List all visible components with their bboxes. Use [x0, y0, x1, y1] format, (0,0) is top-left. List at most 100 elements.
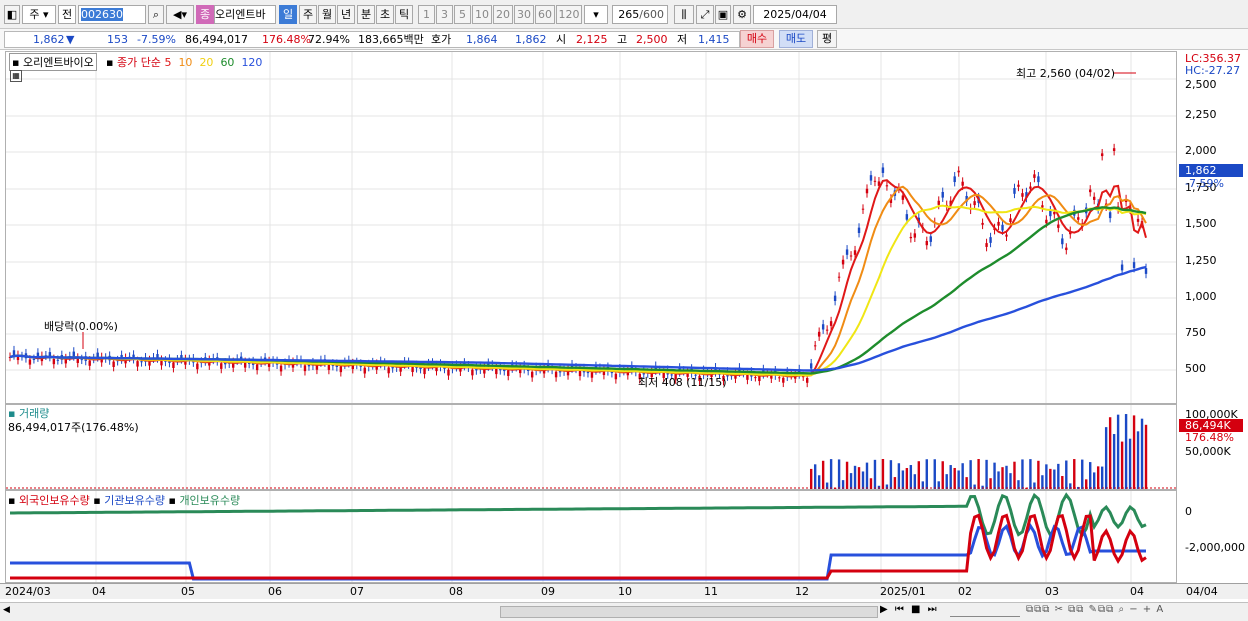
- candle-body: [849, 255, 853, 257]
- period-minute[interactable]: 분: [357, 5, 375, 24]
- period-tick[interactable]: 틱: [395, 5, 413, 24]
- zoom-slider[interactable]: [950, 605, 1020, 617]
- volume-bar: [1136, 431, 1140, 489]
- interval-1[interactable]: 1: [418, 5, 435, 24]
- volume-pane[interactable]: ▪ 거래량 86,494,017주(176.48%): [5, 404, 1177, 490]
- sell-button[interactable]: 매도: [779, 30, 813, 48]
- save-icon[interactable]: ▣: [715, 5, 731, 24]
- period-month[interactable]: 월: [318, 5, 336, 24]
- volume-bar: [989, 478, 992, 489]
- volume-bar: [1065, 460, 1068, 489]
- date-input[interactable]: 2025/04/04: [753, 5, 837, 24]
- period-second[interactable]: 초: [376, 5, 394, 24]
- trade-amount: 183,665백만: [358, 33, 424, 46]
- candle-body: [220, 363, 223, 369]
- ma-60-label: 60: [220, 56, 235, 69]
- candle-body: [96, 352, 99, 358]
- candle-body: [1112, 148, 1116, 152]
- volume-bar: [1144, 424, 1148, 489]
- interval-60[interactable]: 60: [535, 5, 555, 24]
- avg-button[interactable]: 평: [817, 30, 837, 48]
- market-select[interactable]: 주 ▾: [22, 5, 56, 24]
- interval-30[interactable]: 30: [514, 5, 534, 24]
- candle-body: [72, 351, 75, 357]
- candle-body: [52, 358, 56, 365]
- interval-10[interactable]: 10: [472, 5, 492, 24]
- period-year[interactable]: 년: [337, 5, 355, 24]
- date-end: 04/04: [1186, 585, 1218, 598]
- candle-body: [279, 365, 283, 372]
- candle-body: [339, 366, 343, 373]
- tool-icons[interactable]: ⧉⧉⧉ ✂ ⧉⧉ ✎⧉⧉ ⌕ − + A: [1026, 604, 1164, 615]
- interval-input[interactable]: ▾: [584, 5, 608, 24]
- chart-menu-icon[interactable]: ◧: [4, 5, 20, 24]
- candle-body: [957, 170, 960, 173]
- date-tick: 08: [449, 585, 463, 598]
- volume-bar: [969, 460, 972, 489]
- scroll-left-icon[interactable]: ◀: [3, 605, 10, 615]
- type-select[interactable]: 전: [58, 5, 76, 24]
- line-tool-icon[interactable]: ⤢: [696, 5, 714, 24]
- volume-readout: 86,494,017주(176.48%): [8, 421, 139, 434]
- search-icon[interactable]: ⌕: [148, 5, 164, 24]
- period-day[interactable]: 일: [279, 5, 297, 24]
- candle-body: [997, 221, 1000, 226]
- period-week[interactable]: 주: [299, 5, 317, 24]
- volume-bar: [925, 459, 928, 489]
- candle-body: [937, 200, 940, 205]
- candle-body: [985, 243, 988, 247]
- period-tag[interactable]: 종: [196, 5, 214, 24]
- ma-20-label: 20: [199, 56, 214, 69]
- volume-bar: [889, 460, 893, 489]
- candle-body: [1005, 234, 1008, 237]
- volume-bar: [1061, 476, 1064, 489]
- candle-body: [1013, 188, 1016, 194]
- candle-body: [1033, 174, 1036, 178]
- low-annotation: 최저 408 (11/15): [638, 376, 727, 389]
- candle-body: [1061, 238, 1064, 245]
- candle-body: [586, 371, 590, 374]
- sound-icon[interactable]: ◀▾: [166, 5, 194, 24]
- holding-pane[interactable]: ▪ 외국인보유수량 ▪ 기관보유수량 ▪ 개인보유수량: [5, 490, 1177, 583]
- volume-bar: [949, 465, 952, 489]
- price-chart: [6, 52, 1176, 403]
- code-input[interactable]: 002630: [78, 5, 146, 24]
- volume-bar: [1081, 459, 1084, 489]
- volume-bar: [1096, 466, 1100, 489]
- candle-body: [861, 208, 865, 210]
- down-arrow-icon: ▼: [66, 33, 75, 46]
- candle-body: [865, 188, 869, 194]
- interval-20[interactable]: 20: [493, 5, 513, 24]
- candle-type-icon[interactable]: ⫼: [674, 5, 694, 24]
- bid-value: 1,864: [466, 33, 498, 46]
- open-value: 2,125: [576, 33, 608, 46]
- volume-axis[interactable]: 100,000K 86,494K 176.48% 50,000K: [1178, 404, 1248, 490]
- interval-5[interactable]: 5: [454, 5, 471, 24]
- candle-body: [1049, 210, 1052, 217]
- playback-controls[interactable]: ▶ ⏮ ■ ⏭: [880, 604, 939, 615]
- interval-3[interactable]: 3: [436, 5, 453, 24]
- holding-axis[interactable]: 0 -2,000,000: [1178, 490, 1248, 583]
- candle-body: [1100, 153, 1104, 157]
- hc-label: HC:-27.27: [1185, 64, 1241, 77]
- settings-icon[interactable]: ⚙: [733, 5, 751, 24]
- candle-body: [471, 369, 474, 376]
- candle-body: [303, 365, 307, 372]
- quote-bar: 1,862 ▼ 153 -7.59% 86,494,017 176.48% 72…: [0, 29, 1248, 50]
- volume-bar: [817, 475, 821, 489]
- candle-body: [112, 361, 115, 367]
- buy-button[interactable]: 매수: [740, 30, 774, 48]
- count-input[interactable]: 265/600: [612, 5, 668, 24]
- scroll-thumb[interactable]: [500, 606, 878, 618]
- candle-body: [813, 345, 817, 347]
- price-axis[interactable]: LC:356.37 HC:-27.27 2,500 2,250 2,000 1,…: [1178, 51, 1248, 404]
- ma-5-label: 5: [164, 56, 172, 69]
- candle-body: [961, 181, 964, 186]
- grid-icon[interactable]: ▦: [10, 70, 22, 82]
- interval-120[interactable]: 120: [556, 5, 582, 24]
- price-pane[interactable]: ▪ 오리엔트바이오 ▪ 종가 단순 5 10 20 60 120 ▦ 최고 2,…: [5, 51, 1177, 404]
- candle-body: [881, 167, 885, 173]
- volume-bar: [1128, 438, 1132, 489]
- scroll-bar[interactable]: ◀ ▶ ⏮ ■ ⏭ ⧉⧉⧉ ✂ ⧉⧉ ✎⧉⧉ ⌕ − + A: [0, 602, 1248, 621]
- ma-120-label: 120: [241, 56, 263, 69]
